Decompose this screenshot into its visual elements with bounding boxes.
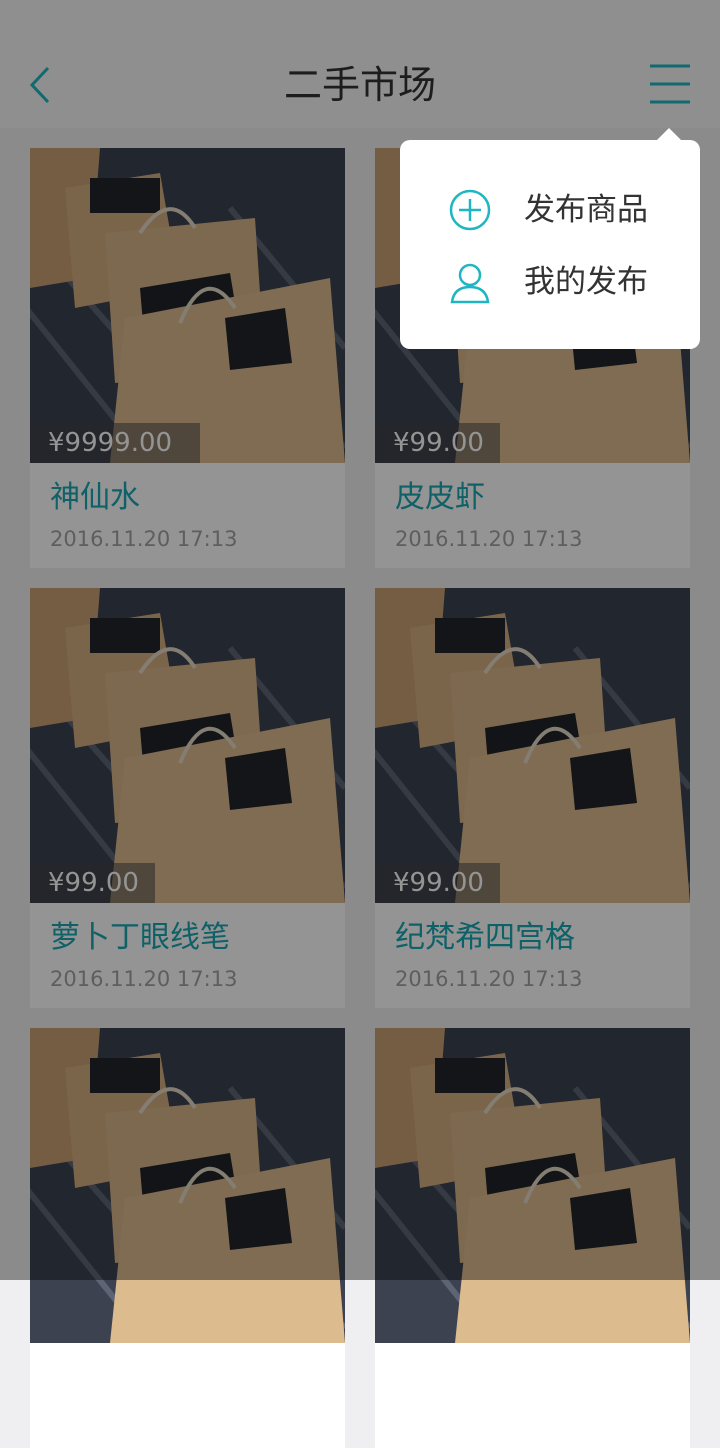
popup-menu: 发布商品 我的发布 [400,140,700,349]
menu-item-publish[interactable]: 发布商品 [400,180,700,240]
plus-circle-icon [449,189,491,231]
menu-item-label: 我的发布 [524,264,648,300]
user-icon [450,263,490,304]
menu-item-my-posts[interactable]: 我的发布 [400,252,700,312]
menu-item-label: 发布商品 [524,192,648,228]
